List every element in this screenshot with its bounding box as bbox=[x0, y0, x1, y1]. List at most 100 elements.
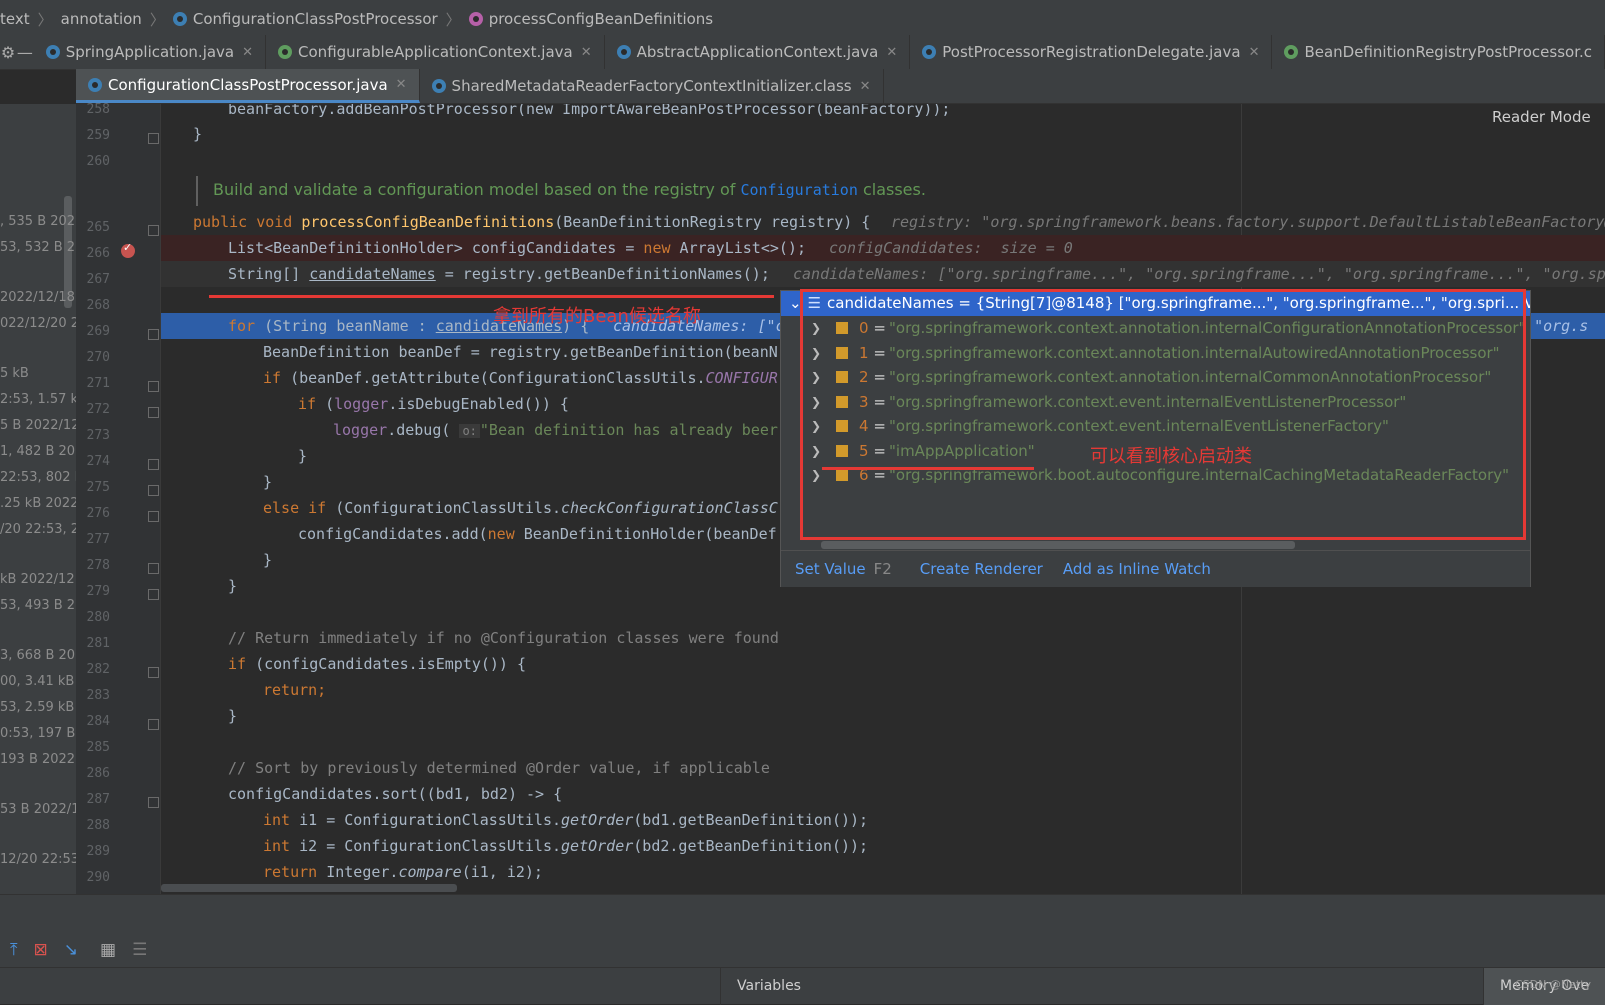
tab-post-processor-registration-delegate[interactable]: PostProcessorRegistrationDelegate.java ✕ bbox=[910, 35, 1273, 69]
breadcrumb-item[interactable]: processConfigBeanDefinitions bbox=[468, 10, 713, 28]
fold-marker-icon[interactable] bbox=[148, 225, 159, 236]
fold-marker-icon[interactable] bbox=[148, 485, 159, 496]
fold-marker-icon[interactable] bbox=[148, 511, 159, 522]
annotation-underline bbox=[822, 467, 1034, 470]
popup-footer: Set Value F2 Create Renderer Add as Inlin… bbox=[781, 550, 1530, 587]
file-meta-text: kB 2022/12 bbox=[0, 572, 75, 587]
line-number: 275 bbox=[86, 480, 110, 495]
line-number: 270 bbox=[86, 350, 110, 365]
close-icon[interactable]: ✕ bbox=[581, 45, 592, 60]
fold-marker-icon[interactable] bbox=[148, 407, 159, 418]
fold-marker-icon[interactable] bbox=[148, 563, 159, 574]
breadcrumb-item[interactable]: annotation bbox=[61, 10, 142, 28]
fold-marker-icon[interactable] bbox=[148, 133, 159, 144]
line-number: 273 bbox=[86, 428, 110, 443]
line-number: 258 bbox=[86, 102, 110, 117]
tab-configuration-class-post-processor[interactable]: ConfigurationClassPostProcessor.java ✕ bbox=[76, 69, 420, 103]
debug-tabs: Variables Memory Ove bbox=[0, 967, 1605, 1005]
gear-icon[interactable]: ⚙ bbox=[1, 43, 15, 62]
fold-marker-icon[interactable] bbox=[148, 381, 159, 392]
fold-marker-icon[interactable] bbox=[148, 719, 159, 730]
tab-spring-application[interactable]: SpringApplication.java ✕ bbox=[34, 35, 267, 69]
line-number: 281 bbox=[86, 636, 110, 651]
tab-shared-metadata-reader-factory[interactable]: SharedMetadataReaderFactoryContextInitia… bbox=[420, 69, 884, 103]
class-icon bbox=[172, 12, 187, 26]
code-line: if (configCandidates.isEmpty()) { bbox=[228, 655, 527, 673]
code-line-current: String[] candidateNames = registry.getBe… bbox=[161, 261, 1605, 287]
line-number: 290 bbox=[86, 870, 110, 885]
file-meta-text: 2022/12/18 bbox=[0, 290, 75, 305]
file-meta-text: 53, 532 B 20 bbox=[0, 240, 76, 255]
file-meta-text: 12/20 22:53, bbox=[0, 852, 76, 867]
class-icon bbox=[45, 45, 60, 59]
method-icon bbox=[468, 12, 483, 26]
file-meta-text: 5 B 2022/12 bbox=[0, 418, 76, 433]
line-number: 265 bbox=[86, 220, 110, 235]
fold-marker-icon[interactable] bbox=[148, 329, 159, 340]
annotation-note: 拿到所有的Bean候选名称 bbox=[493, 306, 701, 327]
line-number: 283 bbox=[86, 688, 110, 703]
class-icon bbox=[922, 45, 937, 59]
code-line: // Sort by previously determined @Order … bbox=[228, 759, 770, 777]
class-icon bbox=[616, 45, 631, 59]
code-line: return; bbox=[263, 681, 327, 699]
step-out-icon[interactable]: ⤒ bbox=[10, 940, 18, 960]
file-meta-text: , 535 B 2022 bbox=[0, 214, 76, 229]
class-icon bbox=[431, 79, 446, 93]
annotation-underline bbox=[209, 295, 774, 298]
evaluate-expression-icon[interactable]: ▦ bbox=[100, 940, 116, 960]
breakpoint-icon[interactable] bbox=[121, 241, 135, 258]
code-line: // Return immediately if no @Configurati… bbox=[228, 629, 779, 647]
close-icon[interactable]: ✕ bbox=[886, 45, 897, 60]
tab-configurable-application-context[interactable]: ConfigurableApplicationContext.java ✕ bbox=[266, 35, 605, 69]
breadcrumb-item[interactable]: text bbox=[0, 10, 30, 28]
line-number: 284 bbox=[86, 714, 110, 729]
project-panel: , 535 B 2022 53, 532 B 20 2022/12/18 022/1… bbox=[0, 104, 76, 894]
editor-tabs-row-2: ConfigurationClassPostProcessor.java ✕ Sh… bbox=[76, 69, 1605, 104]
run-to-cursor-icon[interactable]: ↘ bbox=[64, 940, 78, 960]
close-icon[interactable]: ✕ bbox=[1249, 45, 1260, 60]
popup-scrollbar[interactable] bbox=[821, 541, 1295, 549]
watermark: CSDN @Netty bbox=[1515, 978, 1591, 991]
fold-marker-icon[interactable] bbox=[148, 589, 159, 600]
tab-abstract-application-context[interactable]: AbstractApplicationContext.java ✕ bbox=[605, 35, 911, 69]
close-icon[interactable]: ✕ bbox=[396, 77, 407, 92]
line-number: 285 bbox=[86, 740, 110, 755]
file-meta-text: 2:53, 1.57 k bbox=[0, 392, 76, 407]
editor-tabs-row-1: ⚙ — SpringApplication.java ✕ Configurable… bbox=[0, 35, 1605, 70]
fold-marker-icon[interactable] bbox=[148, 797, 159, 808]
set-value-link[interactable]: Set Value bbox=[795, 560, 866, 578]
line-number: 259 bbox=[86, 128, 110, 143]
interface-icon bbox=[1284, 45, 1299, 59]
line-number: 260 bbox=[86, 154, 110, 169]
interface-icon bbox=[278, 45, 293, 59]
file-meta-text: 53 B 2022/1 bbox=[0, 802, 76, 817]
add-inline-watch-link[interactable]: Add as Inline Watch bbox=[1063, 560, 1211, 578]
code-line: beanFactory.addBeanPostProcessor(new Imp… bbox=[228, 104, 951, 118]
create-renderer-link[interactable]: Create Renderer bbox=[920, 560, 1043, 578]
fold-marker-icon[interactable] bbox=[148, 667, 159, 678]
line-number: 282 bbox=[86, 662, 110, 677]
fold-marker-icon[interactable] bbox=[148, 459, 159, 470]
close-icon[interactable]: ✕ bbox=[242, 45, 253, 60]
code-line-breakpoint: List<BeanDefinitionHolder> configCandida… bbox=[161, 235, 1605, 261]
code-line: } bbox=[193, 125, 203, 143]
code-line: configCandidates.sort((bd1, bd2) -> { bbox=[228, 785, 563, 803]
tab-bean-definition-registry-post-processor[interactable]: BeanDefinitionRegistryPostProcessor.c bbox=[1272, 35, 1605, 69]
minimize-icon[interactable]: — bbox=[17, 43, 33, 62]
file-meta-text: 22:53, 802 B bbox=[0, 470, 76, 485]
drop-frame-icon[interactable]: ⊠ bbox=[34, 940, 48, 960]
file-meta-text: 53, 2.59 kB 2 bbox=[0, 700, 76, 715]
line-number: 280 bbox=[86, 610, 110, 625]
line-number: 279 bbox=[86, 584, 110, 599]
code-line: } bbox=[228, 707, 238, 725]
code-line: return Integer.compare(i1, i2); bbox=[263, 863, 543, 881]
file-meta-text: 5 kB bbox=[0, 366, 29, 381]
breadcrumb: text 〉 annotation 〉 ConfigurationClassPost… bbox=[0, 0, 1605, 39]
editor-horizontal-scrollbar[interactable] bbox=[161, 884, 457, 892]
tab-variables[interactable]: Variables bbox=[720, 968, 801, 1005]
close-icon[interactable]: ✕ bbox=[860, 79, 871, 94]
trace-icon[interactable]: ☰ bbox=[132, 940, 147, 960]
breadcrumb-item[interactable]: ConfigurationClassPostProcessor bbox=[172, 10, 438, 28]
tab-tools: ⚙ — bbox=[0, 35, 34, 69]
